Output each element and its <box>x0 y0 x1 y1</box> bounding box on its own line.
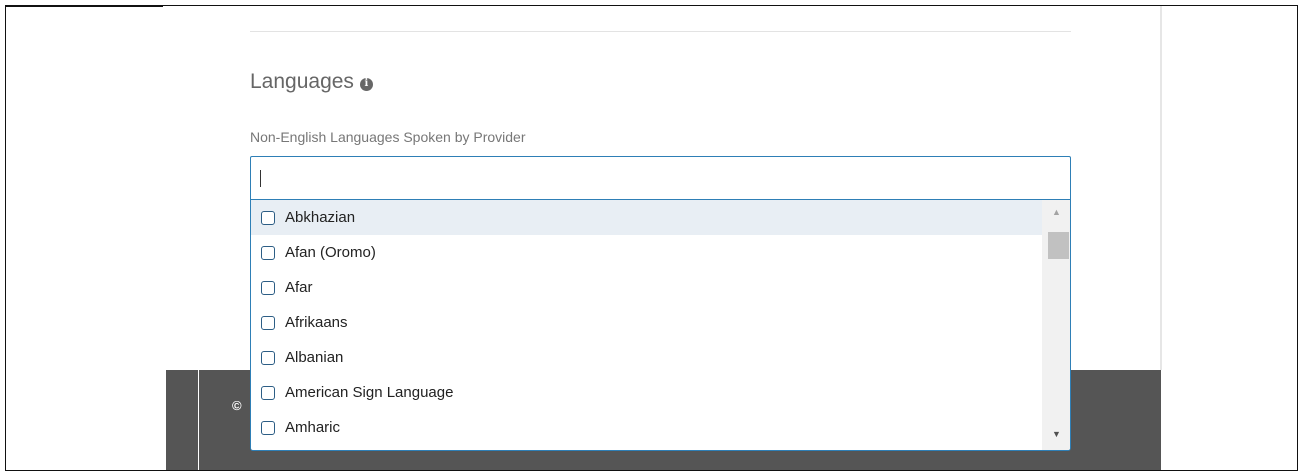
language-search-input[interactable] <box>250 156 1071 200</box>
checkbox-icon[interactable] <box>261 315 275 330</box>
checkbox-icon[interactable] <box>261 245 275 260</box>
page-frame: Languages i Non-English Languages Spoken… <box>5 5 1298 471</box>
scroll-up-icon[interactable]: ▲ <box>1043 204 1070 220</box>
section-title: Languages i <box>250 70 373 94</box>
language-option[interactable]: Afrikaans <box>251 305 1044 340</box>
language-option-label: Afan (Oromo) <box>285 244 376 261</box>
checkbox-icon[interactable] <box>261 350 275 365</box>
copyright-icon: © <box>232 398 242 413</box>
language-option[interactable]: Abkhazian <box>251 200 1044 235</box>
languages-field-label: Non-English Languages Spoken by Provider <box>250 129 526 145</box>
checkbox-icon[interactable] <box>261 420 275 435</box>
language-option[interactable]: Afan (Oromo) <box>251 235 1044 270</box>
language-option[interactable]: Albanian <box>251 340 1044 375</box>
checkbox-icon[interactable] <box>261 280 275 295</box>
languages-multiselect[interactable]: Abkhazian Afan (Oromo) Afar Afrikaans Albani… <box>250 156 1071 451</box>
section-divider <box>250 31 1071 32</box>
language-option[interactable]: Amharic <box>251 410 1044 445</box>
scroll-down-icon[interactable]: ▼ <box>1043 426 1070 442</box>
footer-divider <box>198 370 199 470</box>
checkbox-icon[interactable] <box>261 385 275 400</box>
language-options-list: Abkhazian Afan (Oromo) Afar Afrikaans Albani… <box>251 200 1044 445</box>
checkbox-icon[interactable] <box>261 210 275 225</box>
dropdown-scrollbar[interactable]: ▲ ▼ <box>1042 200 1070 450</box>
language-option[interactable]: Afar <box>251 270 1044 305</box>
scroll-thumb[interactable] <box>1048 232 1069 259</box>
language-option-label: Abkhazian <box>285 209 356 226</box>
section-title-text: Languages <box>250 70 354 93</box>
info-icon[interactable]: i <box>359 77 373 91</box>
language-option-label: American Sign Language <box>285 384 454 401</box>
language-option-label: Afar <box>285 279 313 296</box>
text-cursor <box>260 170 261 187</box>
language-option[interactable]: American Sign Language <box>251 375 1044 410</box>
content-right-border <box>1160 6 1162 370</box>
language-option-label: Amharic <box>285 419 341 436</box>
language-options-dropdown[interactable]: Abkhazian Afan (Oromo) Afar Afrikaans Albani… <box>250 200 1071 451</box>
language-option-label: Albanian <box>285 349 344 366</box>
top-border <box>6 6 163 7</box>
language-option-label: Afrikaans <box>285 314 348 331</box>
